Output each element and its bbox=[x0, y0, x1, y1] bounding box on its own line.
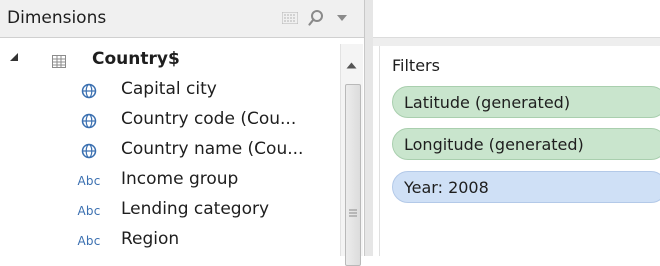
field-label: Capital city bbox=[121, 79, 217, 99]
field-country-code[interactable]: Country code (Cou... bbox=[0, 106, 340, 136]
field-lending-category[interactable]: Abc Lending category bbox=[0, 196, 340, 226]
shelves-pane: Filters Latitude (generated) Longitude (… bbox=[373, 0, 660, 256]
dimensions-header: Dimensions bbox=[0, 0, 364, 38]
list-view-icon[interactable] bbox=[280, 8, 300, 28]
vertical-scrollbar[interactable] bbox=[340, 44, 363, 266]
field-label: Country code (Cou... bbox=[121, 109, 297, 129]
field-capital-city[interactable]: Capital city bbox=[0, 76, 340, 106]
filter-pill-latitude[interactable]: Latitude (generated) bbox=[392, 86, 660, 118]
abc-type-icon: Abc bbox=[77, 174, 101, 188]
globe-icon bbox=[78, 110, 100, 132]
dimensions-pane: Dimensions Country$ Capital city Country… bbox=[0, 0, 364, 266]
scroll-up-arrow-icon[interactable] bbox=[346, 54, 357, 73]
filters-shelf[interactable]: Filters Latitude (generated) Longitude (… bbox=[379, 46, 660, 256]
filters-title: Filters bbox=[392, 56, 440, 75]
filter-pill-label: Latitude (generated) bbox=[404, 92, 571, 112]
table-name: Country$ bbox=[92, 49, 180, 69]
field-region[interactable]: Abc Region bbox=[0, 226, 340, 256]
table-icon bbox=[52, 53, 66, 73]
dimensions-title: Dimensions bbox=[7, 8, 107, 28]
filter-pill-label: Longitude (generated) bbox=[404, 134, 584, 154]
thumb-grip-icon bbox=[349, 209, 357, 217]
shelf-separator bbox=[373, 38, 660, 46]
dropdown-menu-icon[interactable] bbox=[332, 8, 352, 28]
field-income-group[interactable]: Abc Income group bbox=[0, 166, 340, 196]
filter-pill-label: Year: 2008 bbox=[404, 177, 489, 197]
field-label: Region bbox=[121, 229, 180, 249]
scrollbar-thumb[interactable] bbox=[345, 84, 361, 266]
dimensions-tree: Country$ Capital city Country code (Cou.… bbox=[0, 37, 340, 256]
table-node-country[interactable]: Country$ bbox=[0, 46, 340, 76]
field-label: Country name (Cou... bbox=[121, 139, 304, 159]
globe-icon bbox=[78, 140, 100, 162]
globe-icon bbox=[78, 80, 100, 102]
search-icon[interactable] bbox=[306, 8, 326, 28]
field-label: Income group bbox=[121, 169, 239, 189]
filter-pill-longitude[interactable]: Longitude (generated) bbox=[392, 128, 660, 160]
field-country-name[interactable]: Country name (Cou... bbox=[0, 136, 340, 166]
field-label: Lending category bbox=[121, 199, 270, 219]
filter-pill-year[interactable]: Year: 2008 bbox=[392, 171, 660, 203]
pages-shelf[interactable] bbox=[373, 0, 660, 38]
abc-type-icon: Abc bbox=[77, 204, 101, 218]
abc-type-icon: Abc bbox=[77, 234, 101, 248]
